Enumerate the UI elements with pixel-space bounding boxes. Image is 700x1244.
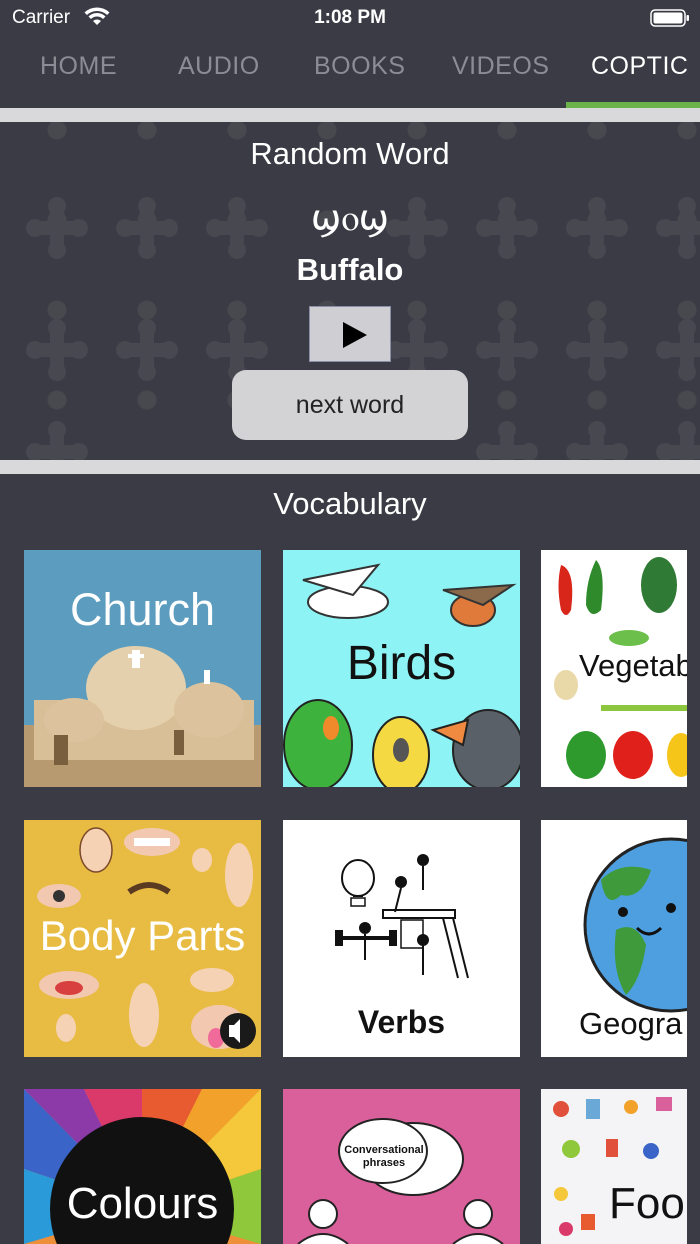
clock: 1:08 PM — [314, 7, 386, 28]
tile-label: Vegetab — [579, 648, 687, 683]
tile-label: Verbs — [357, 1004, 446, 1040]
tile-label: Colours — [66, 1179, 219, 1228]
tile-label: Birds — [346, 637, 457, 690]
vocabulary-title: Vocabulary — [273, 486, 427, 521]
tile-church[interactable]: Church — [24, 550, 261, 787]
tile-label: Geogra — [579, 1006, 683, 1041]
divider — [0, 460, 700, 474]
tile-label: Conversational phrases — [344, 1144, 424, 1169]
coptic-word: ϣⲟϣ — [311, 198, 389, 239]
tile-birds[interactable]: Birds — [283, 550, 520, 787]
play-audio-button[interactable] — [309, 306, 391, 362]
tile-geography[interactable]: Geogra — [541, 820, 687, 1057]
tile-body-parts[interactable]: Body Parts — [24, 820, 261, 1057]
tab-home[interactable]: HOME — [40, 52, 117, 81]
next-word-button[interactable]: next word — [232, 370, 468, 440]
english-word: Buffalo — [296, 252, 404, 287]
divider — [0, 108, 700, 122]
tile-colours[interactable]: Colours — [24, 1089, 261, 1244]
battery-icon — [650, 9, 689, 27]
tab-books[interactable]: BOOKS — [314, 52, 405, 81]
tile-conversational-phrases[interactable]: Conversational phrases — [283, 1089, 520, 1244]
tab-coptic[interactable]: COPTIC — [591, 52, 688, 81]
tile-label: Church — [69, 584, 216, 635]
tile-vegetables[interactable]: Vegetab — [541, 550, 687, 787]
tab-audio[interactable]: AUDIO — [178, 52, 260, 81]
status-bar: Carrier 1:08 PM — [0, 0, 700, 36]
random-word-title: Random Word — [250, 136, 450, 171]
vocabulary-panel: Vocabulary Church Birds Vegetab Body Par… — [0, 474, 700, 1244]
tile-label: Foo — [609, 1179, 685, 1228]
top-tab-bar: HOME AUDIO BOOKS VIDEOS COPTIC — [0, 36, 700, 108]
tile-label: Body Parts — [39, 912, 246, 959]
play-icon — [343, 322, 367, 348]
random-word-panel: Random Word ϣⲟϣ Buffalo next word — [0, 122, 700, 460]
tile-food[interactable]: Foo — [541, 1089, 687, 1244]
tile-verbs[interactable]: Verbs — [283, 820, 520, 1057]
tab-videos[interactable]: VIDEOS — [452, 52, 549, 81]
